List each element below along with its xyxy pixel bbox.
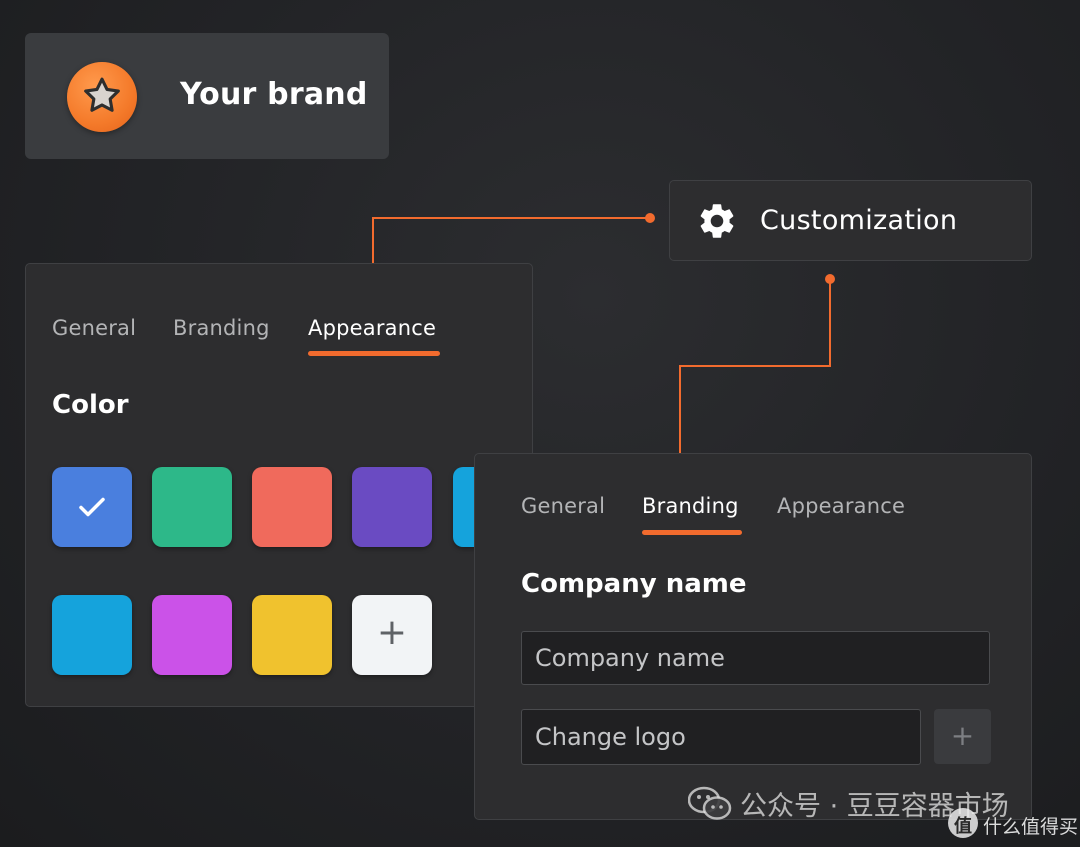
color-swatch-blue[interactable] (52, 467, 132, 547)
brand-card: Your brand (25, 33, 389, 159)
tab-branding[interactable]: Branding (642, 494, 739, 518)
tab-general[interactable]: General (521, 494, 605, 518)
color-swatch-purple[interactable] (352, 467, 432, 547)
color-swatch-green[interactable] (152, 467, 232, 547)
color-swatch-sky[interactable] (52, 595, 132, 675)
star-icon (84, 77, 120, 112)
section-title-company-name: Company name (521, 569, 747, 599)
customization-label: Customization (760, 205, 958, 236)
brand-logo (67, 62, 137, 132)
add-logo-button[interactable]: + (934, 709, 991, 764)
change-logo-input[interactable] (521, 709, 921, 765)
color-swatch-magenta[interactable] (152, 595, 232, 675)
customization-card[interactable]: Customization (669, 180, 1032, 261)
active-tab-indicator (642, 530, 742, 535)
section-title-color: Color (52, 390, 129, 420)
site-watermark-text: 什么值得买 (983, 816, 1079, 838)
site-badge: 值 (948, 808, 978, 838)
tab-branding[interactable]: Branding (173, 316, 270, 340)
plus-icon: + (376, 612, 408, 653)
gear-icon (696, 200, 738, 246)
wechat-icon (687, 786, 732, 826)
checkmark-icon (79, 497, 105, 517)
tab-appearance[interactable]: Appearance (308, 316, 436, 340)
active-tab-indicator (308, 351, 440, 356)
add-color-button[interactable]: + (352, 595, 432, 675)
color-swatch-yellow[interactable] (252, 595, 332, 675)
color-swatch-red[interactable] (252, 467, 332, 547)
branding-panel: General Branding Appearance Company name… (474, 453, 1032, 820)
appearance-panel: General Branding Appearance Color + (25, 263, 533, 707)
brand-name: Your brand (180, 77, 368, 112)
plus-icon: + (950, 719, 975, 752)
tab-appearance[interactable]: Appearance (777, 494, 905, 518)
site-badge-label: 值 (954, 816, 972, 837)
tab-general[interactable]: General (52, 316, 136, 340)
company-name-input[interactable] (521, 631, 990, 685)
